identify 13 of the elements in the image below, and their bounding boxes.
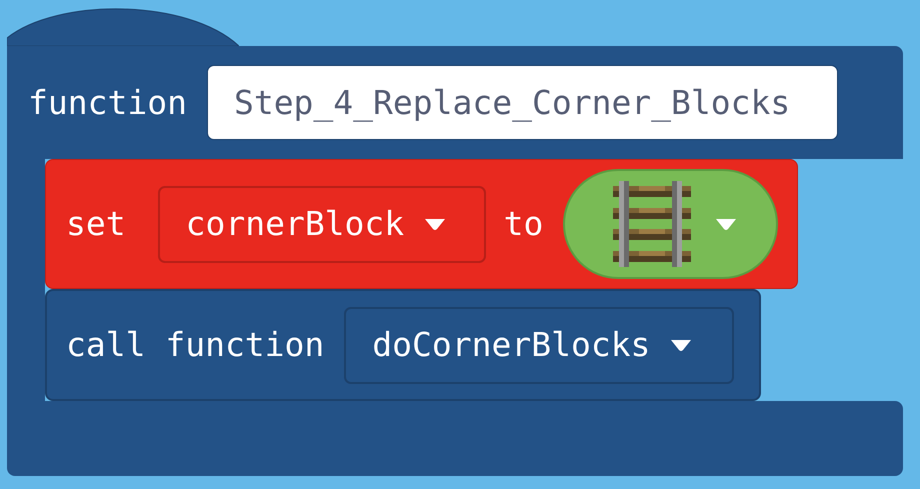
variable-dropdown[interactable]: cornerBlock — [158, 186, 486, 262]
set-keyword: set — [66, 203, 126, 246]
to-keyword: to — [504, 203, 544, 246]
rail-track-icon — [613, 181, 692, 267]
function-name-field[interactable]: Step_4_Replace_Corner_Blocks — [206, 65, 838, 140]
caret-icon — [670, 338, 692, 352]
function-keyword: function — [28, 82, 187, 124]
set-variable-block[interactable]: set cornerBlock to — [45, 159, 798, 289]
caret-icon — [715, 218, 738, 230]
call-function-keyword: call function — [66, 324, 324, 366]
function-dropdown[interactable]: doCornerBlocks — [344, 306, 734, 384]
call-function-block[interactable]: call function doCornerBlocks — [45, 289, 761, 401]
caret-icon — [424, 218, 446, 230]
